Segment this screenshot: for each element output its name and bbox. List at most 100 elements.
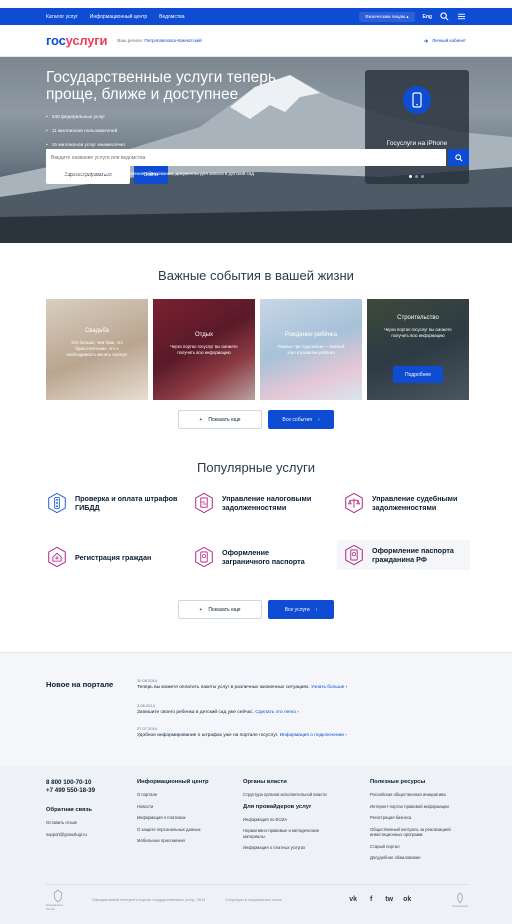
passport-icon (345, 544, 363, 566)
passport-icon (195, 546, 213, 568)
login-arrow-icon (424, 38, 429, 43)
gosuslugi-logo[interactable]: госуслуги (46, 33, 108, 48)
carousel-dots (409, 175, 424, 178)
footer-link[interactable]: Регистрация бизнеса (370, 815, 470, 821)
twitter-icon[interactable]: tw (384, 894, 395, 905)
event-card-wedding[interactable]: Свадьба Это больше, чем брак, это бракос… (46, 299, 148, 400)
event-card-vacation[interactable]: Отдых Через портал госуслуг вы сможете п… (153, 299, 255, 400)
service-tax-debts[interactable]: % Управление налоговыми задолженностями (193, 492, 312, 514)
show-more-services-button[interactable]: + Показать еще (178, 600, 262, 619)
footer-link[interactable]: Оставить отзыв (46, 820, 126, 826)
service-label: Проверка и оплата штрафов ГИБДД (75, 494, 178, 512)
life-events-cards: Свадьба Это больше, чем брак, это бракос… (46, 299, 469, 400)
footer-link[interactable]: Новости (137, 804, 232, 810)
traffic-light-icon (48, 492, 66, 514)
all-events-button[interactable]: Все события › (268, 410, 334, 429)
persons-dropdown[interactable]: Физическим лицам ▴ (359, 11, 415, 22)
news-item: 3.08.2014 Запишите своего ребенка в детс… (137, 703, 299, 715)
service-label: Оформление заграничного паспорта (222, 548, 305, 566)
footer-link[interactable]: Интернет-портал правовой информации (370, 804, 470, 810)
event-card-title: Строительство (397, 315, 439, 321)
hero-stat: 11 миллионов пользователей (46, 129, 125, 134)
footer-link[interactable]: Мобильные приложения (137, 838, 232, 844)
event-details-button[interactable]: Подробнее (393, 366, 443, 383)
social-label: Госуслуги в социальных сетях (225, 897, 282, 902)
footer-link[interactable]: Нормативно-правовые и методические матер… (243, 828, 333, 839)
footer-link[interactable]: О портале (137, 792, 232, 798)
nav-info-center[interactable]: Информационный центр (90, 14, 147, 20)
footer-link[interactable]: Старый портал (370, 844, 470, 850)
popular-section-title: Популярные услуги (197, 460, 315, 475)
event-card-desc: Через портал госуслуг вы сможете получит… (170, 344, 238, 355)
copyright-text: Официальный интернет-портал государствен… (92, 897, 206, 902)
footer-useful-resources: Полезные ресурсы Российская общественная… (370, 779, 470, 867)
event-card-childbirth[interactable]: Рождение ребёнка Первые три года жизни —… (260, 299, 362, 400)
service-label: Управление налоговыми задолженностями (222, 494, 312, 512)
event-card-desc: Первые три года жизни — важный этап в ра… (277, 344, 345, 355)
events-actions: + Показать еще Все события › (0, 410, 512, 429)
footer-link[interactable]: О защите персональных данных (137, 827, 232, 833)
event-card-title: Отдых (194, 332, 214, 338)
nav-catalog[interactable]: Каталог услуг (46, 14, 78, 20)
footer-link[interactable]: Общественный контроль за реализацией инв… (370, 827, 470, 838)
language-switch[interactable]: Eng (423, 14, 432, 20)
news-link[interactable]: Информация о подключении (280, 733, 344, 738)
ministry-logo-icon (457, 892, 463, 904)
site-header: госуслуги Ваш регион: Петропавловск-Камч… (0, 25, 512, 57)
footer-column-title: Полезные ресурсы (370, 779, 426, 785)
service-search-input[interactable] (46, 149, 446, 166)
news-item: 27.07.2014 Удобное информирование о штра… (137, 726, 347, 738)
news-date: 3.08.2014 (137, 703, 155, 708)
event-card-construction[interactable]: Строительство Через портал госуслуг вы с… (367, 299, 469, 400)
chevron-right-icon: › (315, 606, 318, 613)
service-traffic-fines[interactable]: Проверка и оплата штрафов ГИБДД (46, 492, 185, 514)
footer-link[interactable]: Досудебное обжалование (370, 855, 470, 861)
footer-column-title: Органы власти (243, 779, 287, 785)
search-example: Например: запись в детский сад, управлен… (46, 171, 255, 176)
search-submit-button[interactable] (448, 149, 469, 166)
region-city-link[interactable]: Петропавловск-Камчатский (144, 38, 201, 43)
search-icon (454, 153, 463, 162)
news-link[interactable]: Узнать больше (311, 685, 344, 690)
footer-link[interactable]: Информация по ЕСИА (243, 817, 333, 823)
footer-bottom-bar: Минкомсвязь России Официальный интернет-… (46, 884, 468, 914)
carousel-dot[interactable] (421, 175, 424, 178)
search-icon[interactable] (440, 12, 449, 21)
coat-of-arms-icon (53, 889, 63, 903)
carousel-dot[interactable] (415, 175, 418, 178)
site-footer: 8 800 100-70-10 +7 499 550-18-39 Обратна… (0, 766, 512, 924)
carousel-dot[interactable] (409, 175, 412, 178)
top-navigation-bar: Каталог услуг Информационный центр Ведом… (0, 8, 512, 25)
footer-link[interactable]: Российская общественная инициатива (370, 792, 470, 798)
footer-link[interactable]: Информация о платежах (137, 815, 232, 821)
hero-stat: 240 федеральных услуг (46, 115, 125, 120)
footer-link[interactable]: support@gosuslugi.ru (46, 832, 126, 838)
facebook-icon[interactable]: f (366, 894, 377, 905)
phone-number[interactable]: +7 499 550-18-39 (46, 787, 126, 795)
menu-icon[interactable] (457, 12, 466, 21)
plus-icon: + (199, 606, 203, 613)
odnoklassniki-icon[interactable]: ok (402, 894, 413, 905)
house-icon (48, 546, 66, 568)
footer-link[interactable]: Структура органов исполнительной власти (243, 792, 333, 798)
vk-icon[interactable]: vk (348, 894, 359, 905)
personal-cabinet-link[interactable]: Личный кабинет (423, 38, 466, 44)
service-foreign-passport[interactable]: Оформление заграничного паспорта (193, 546, 317, 568)
phone-number[interactable]: 8 800 100-70-10 (46, 779, 126, 787)
service-citizen-registration[interactable]: Регистрация граждан (46, 546, 185, 568)
services-actions: + Показать еще Все услуги › (0, 600, 512, 619)
nav-departments[interactable]: Ведомства (159, 14, 184, 20)
feedback-title: Обратная связь (46, 807, 92, 813)
service-court-debts[interactable]: Управление судебными задолженностями (343, 492, 462, 514)
footer-contacts: 8 800 100-70-10 +7 499 550-18-39 Обратна… (46, 779, 126, 843)
service-label: Регистрация граждан (75, 552, 152, 562)
show-more-events-button[interactable]: + Показать еще (178, 410, 262, 429)
service-russian-passport[interactable]: Оформление паспорта гражданина РФ (337, 540, 470, 570)
svg-text:%: % (201, 501, 206, 507)
news-item: 10.08.2014 Теперь вы можете оплатить пак… (137, 678, 348, 690)
footer-link[interactable]: Информация о платных услугах (243, 845, 333, 851)
news-link[interactable]: Сделать это легко (255, 710, 296, 715)
emblem-caption: Минкомсвязь России (46, 902, 64, 911)
all-services-button[interactable]: Все услуги › (268, 600, 334, 619)
service-label: Управление судебными задолженностями (372, 494, 458, 512)
